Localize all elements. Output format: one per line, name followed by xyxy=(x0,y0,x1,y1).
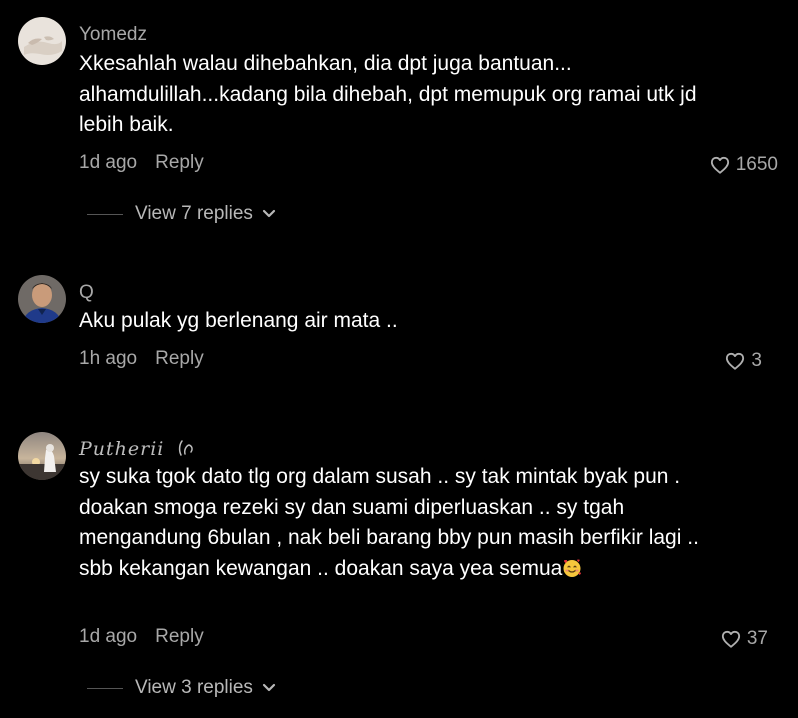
chevron-down-icon xyxy=(262,209,276,218)
comment-text-content: sy suka tgok dato tlg org dalam susah ..… xyxy=(79,465,699,580)
avatar[interactable] xyxy=(18,275,66,323)
pen-nib-icon xyxy=(179,440,194,456)
heart-outline-icon xyxy=(710,156,729,174)
comment-timestamp: 1d ago xyxy=(79,626,138,647)
comment-username[interactable]: Yomedz xyxy=(79,23,147,47)
reply-button[interactable]: Reply xyxy=(155,152,204,173)
view-replies-label: View 3 replies xyxy=(135,677,253,698)
divider-line xyxy=(87,213,123,215)
heart-outline-icon xyxy=(726,352,745,370)
divider-line xyxy=(87,687,123,689)
comment-username[interactable]: Putherii xyxy=(79,437,195,461)
like-count: 3 xyxy=(751,350,762,371)
view-replies-button[interactable]: View 7 replies xyxy=(87,202,276,226)
comment-timestamp: 1h ago xyxy=(79,348,138,369)
like-button[interactable]: 3 xyxy=(725,349,762,373)
like-button[interactable]: 37 xyxy=(721,627,768,651)
comment-username[interactable]: Q xyxy=(79,281,94,305)
reply-button[interactable]: Reply xyxy=(155,348,204,369)
comment-timestamp: 1d ago xyxy=(79,152,138,173)
like-button[interactable]: 1650 xyxy=(710,153,778,177)
comment-text: Aku pulak yg berlenang air mata .. xyxy=(79,309,398,332)
reply-button[interactable]: Reply xyxy=(155,626,204,647)
comment-meta: 1h ago Reply xyxy=(79,347,204,371)
comment-text: Xkesahlah walau dihebahkan, dia dpt juga… xyxy=(79,52,697,136)
comment-meta: 1d ago Reply xyxy=(79,151,204,175)
avatar[interactable] xyxy=(18,17,66,65)
comment-meta: 1d ago Reply xyxy=(79,625,204,649)
chevron-down-icon xyxy=(262,683,276,692)
heart-outline-icon xyxy=(721,630,740,648)
view-replies-button[interactable]: View 3 replies xyxy=(87,676,276,700)
username-text: Putherii xyxy=(79,438,165,460)
avatar[interactable] xyxy=(18,432,66,480)
like-count: 37 xyxy=(746,628,768,649)
view-replies-label: View 7 replies xyxy=(135,203,253,224)
like-count: 1650 xyxy=(735,154,778,175)
comment-text: sy suka tgok dato tlg org dalam susah ..… xyxy=(79,462,704,584)
smiling-face-with-hearts-emoji xyxy=(563,558,582,577)
